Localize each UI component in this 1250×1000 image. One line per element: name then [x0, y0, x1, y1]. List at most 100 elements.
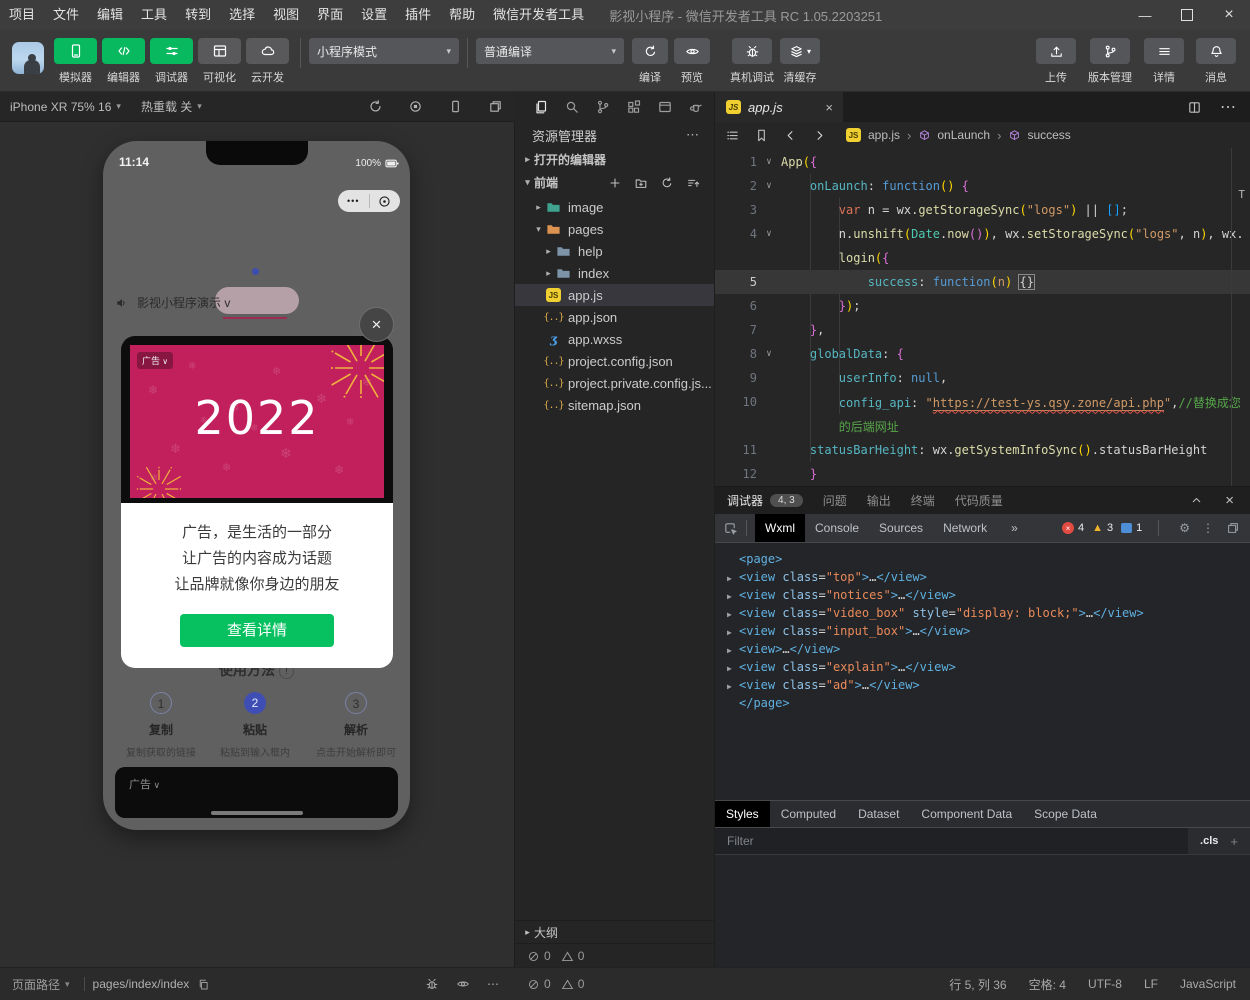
close-icon[interactable]	[1225, 492, 1234, 509]
forward-icon[interactable]	[812, 128, 827, 143]
inspect-icon[interactable]	[723, 521, 738, 536]
teapot-icon[interactable]	[680, 99, 711, 115]
new-file-icon[interactable]	[602, 176, 628, 190]
panel-tab[interactable]: 调试器 4, 3	[727, 487, 803, 515]
fold-chevron-icon[interactable]: ∨	[757, 229, 781, 239]
menu-item[interactable]: 文件	[44, 0, 88, 30]
tab-close-icon[interactable]: ×	[825, 100, 833, 115]
filter-input[interactable]	[715, 828, 1189, 854]
rotate-icon[interactable]	[355, 99, 395, 114]
menu-item[interactable]: 帮助	[440, 0, 484, 30]
minimize-button[interactable]: —	[1124, 0, 1166, 30]
wxml-node[interactable]: ▶ <view class="input_box">…</view>	[727, 623, 1250, 641]
app-window-icon[interactable]	[649, 99, 680, 115]
wxml-node[interactable]: ▶<page>	[727, 551, 1250, 569]
breadcrumb-file[interactable]: app.js	[868, 128, 900, 142]
cursor-position[interactable]: 行 5, 列 36	[949, 976, 1006, 993]
panel-tab[interactable]: 输出	[867, 487, 891, 514]
menu-item[interactable]: 设置	[352, 0, 396, 30]
refresh-icon[interactable]	[654, 176, 680, 190]
view-details-button[interactable]: 查看详情	[180, 614, 334, 647]
expand-arrow-icon[interactable]: ▶	[727, 641, 739, 659]
mode-select[interactable]: 小程序模式 ▾	[309, 38, 459, 64]
collapse-icon[interactable]	[680, 176, 706, 190]
tool-button[interactable]: 模拟器	[52, 38, 99, 85]
breadcrumb-symbol[interactable]: onLaunch	[937, 128, 990, 142]
split-editor-icon[interactable]	[1187, 100, 1202, 115]
action-layers[interactable]: ▾ 清缓存	[780, 38, 820, 85]
devtools-tab-sources[interactable]: Sources	[869, 514, 933, 542]
record-icon[interactable]	[395, 99, 435, 114]
file-row[interactable]: JS app.js	[515, 284, 714, 306]
code-editor[interactable]: 1 ∨ App({2 ∨ onLaunch: function() {3 var n …	[715, 148, 1250, 486]
devtools-tab-console[interactable]: Console	[805, 514, 869, 542]
tool-button[interactable]: 编辑器	[100, 38, 147, 85]
language-mode[interactable]: JavaScript	[1180, 977, 1236, 991]
tool-button[interactable]: 调试器	[148, 38, 195, 85]
action-bug[interactable]: 真机调试	[730, 38, 774, 85]
device-select[interactable]: iPhone XR 75% 16 ▾	[0, 100, 131, 114]
outline-section[interactable]: ▸ 大纲	[515, 920, 714, 943]
page-path-value[interactable]: pages/index/index	[93, 977, 190, 991]
more-icon[interactable]	[686, 127, 700, 143]
open-editors-section[interactable]: ▸ 打开的编辑器	[515, 148, 714, 171]
kebab-menu-icon[interactable]	[1202, 521, 1214, 535]
file-row[interactable]: {..} project.private.config.js...	[515, 372, 714, 394]
bug-icon[interactable]	[425, 977, 439, 991]
menu-item[interactable]: 编辑	[88, 0, 132, 30]
source-control-icon[interactable]	[587, 99, 618, 115]
action-refresh[interactable]: 编译	[632, 38, 668, 85]
expand-arrow-icon[interactable]: ▶	[727, 677, 739, 695]
more-icon[interactable]: •••	[338, 196, 369, 206]
file-row[interactable]: ▸ help	[515, 240, 714, 262]
wxml-node[interactable]: ▶ <view class="video_box" style="display:…	[727, 605, 1250, 623]
fold-chevron-icon[interactable]: ∨	[757, 349, 781, 359]
encoding[interactable]: UTF-8	[1088, 977, 1122, 991]
gear-icon[interactable]	[1179, 521, 1190, 535]
styles-tab-computed[interactable]: Computed	[770, 801, 847, 827]
search-icon[interactable]	[556, 99, 587, 115]
more-icon[interactable]	[487, 977, 499, 991]
capsule-home-icon[interactable]	[368, 194, 401, 208]
modal-close-button[interactable]: ×	[359, 307, 394, 342]
add-style-icon[interactable]: +	[1230, 828, 1250, 854]
files-icon[interactable]	[525, 99, 556, 115]
outline-icon[interactable]	[725, 128, 740, 143]
action-branch[interactable]: 版本管理	[1088, 38, 1132, 85]
avatar[interactable]	[12, 42, 44, 74]
hot-reload-select[interactable]: 热重载 关 ▾	[131, 98, 212, 115]
error-icon[interactable]: ×	[1061, 522, 1074, 534]
maximize-button[interactable]	[1166, 0, 1208, 30]
expand-arrow-icon[interactable]: ▶	[727, 587, 739, 605]
expand-arrow-icon[interactable]: ▶	[727, 623, 739, 641]
file-row[interactable]: {..} sitemap.json	[515, 394, 714, 416]
dock-window-icon[interactable]	[1226, 521, 1240, 535]
page-path-label[interactable]: 页面路径	[12, 976, 60, 993]
styles-tab-scope-data[interactable]: Scope Data	[1023, 801, 1108, 827]
extensions-icon[interactable]	[618, 99, 649, 115]
statusbar-problems[interactable]: 0 0	[515, 977, 715, 991]
menu-item[interactable]: 微信开发者工具	[484, 0, 593, 30]
panel-tab[interactable]: 代码质量	[955, 487, 1003, 514]
problems-summary[interactable]: 0 0	[515, 943, 714, 968]
styles-tab-styles[interactable]: Styles	[715, 801, 770, 827]
wxml-node[interactable]: ▶ <view class="notices">…</view>	[727, 587, 1250, 605]
wxml-node[interactable]: ▶ <view>…</view>	[727, 641, 1250, 659]
action-menu[interactable]: 详情	[1144, 38, 1184, 85]
fold-chevron-icon[interactable]: ∨	[757, 181, 781, 191]
wxml-node[interactable]: ▶ <view class="ad">…</view>	[727, 677, 1250, 695]
panel-tab[interactable]: 问题	[823, 487, 847, 514]
file-row[interactable]: ▸ index	[515, 262, 714, 284]
more-tabs-icon[interactable]: »	[1011, 521, 1018, 535]
new-folder-icon[interactable]	[628, 176, 654, 190]
file-row[interactable]: {..} project.config.json	[515, 350, 714, 372]
expand-arrow-icon[interactable]: ▶	[727, 605, 739, 623]
file-row[interactable]: ▸ image	[515, 196, 714, 218]
menu-item[interactable]: 界面	[308, 0, 352, 30]
indent-setting[interactable]: 空格: 4	[1029, 976, 1066, 993]
tool-button[interactable]: 云开发	[244, 38, 291, 85]
cls-toggle[interactable]: .cls	[1188, 828, 1230, 854]
eol[interactable]: LF	[1144, 977, 1158, 991]
menu-item[interactable]: 视图	[264, 0, 308, 30]
warning-icon[interactable]: ▲	[1092, 522, 1103, 534]
